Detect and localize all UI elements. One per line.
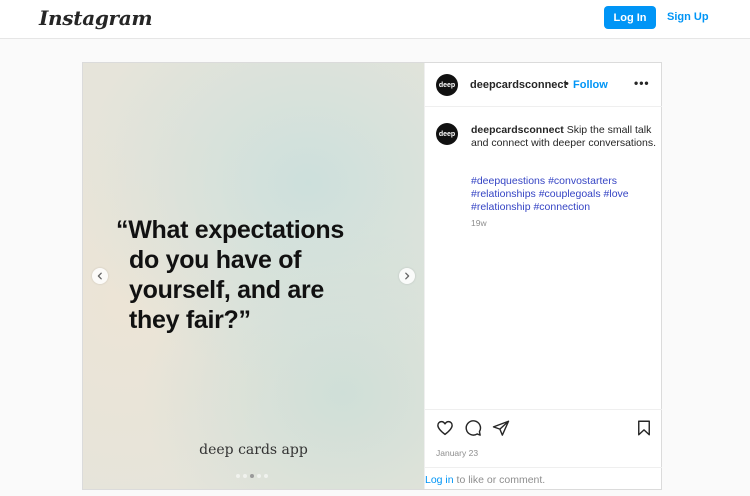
carousel-dot bbox=[264, 474, 268, 478]
login-link[interactable]: Log in bbox=[425, 474, 454, 486]
quote-line: yourself, and are bbox=[129, 276, 324, 304]
carousel-dot bbox=[257, 474, 261, 478]
carousel-dot bbox=[250, 474, 254, 478]
hashtag-link[interactable]: #connection bbox=[533, 201, 590, 213]
caption-age: 19w bbox=[471, 218, 487, 228]
top-navbar: Instagram Log In Sign Up bbox=[0, 0, 750, 39]
hashtag-link[interactable]: #convostarters bbox=[548, 175, 617, 187]
chevron-left-icon bbox=[97, 272, 102, 280]
hashtag-link[interactable]: #relationship bbox=[471, 201, 531, 213]
quote-line: do you have of bbox=[129, 246, 302, 274]
login-prompt-rest: to like or comment. bbox=[453, 474, 546, 486]
post-details-panel: deep deepcardsconnect • Follow ••• deep … bbox=[424, 63, 662, 489]
heart-icon[interactable] bbox=[436, 419, 454, 437]
hashtag-link[interactable]: #couplegoals bbox=[539, 188, 601, 200]
carousel-next-button[interactable] bbox=[399, 268, 415, 284]
avatar[interactable]: deep bbox=[436, 74, 458, 96]
chevron-right-icon bbox=[405, 272, 410, 280]
login-prompt: Log in to like or comment. bbox=[425, 467, 662, 489]
action-bar bbox=[425, 409, 662, 437]
caption-username[interactable]: deepcardsconnect bbox=[471, 124, 564, 136]
quote-text: “What expectations do you have of yourse… bbox=[116, 215, 406, 335]
signup-link[interactable]: Sign Up bbox=[667, 11, 709, 23]
carousel-dot bbox=[243, 474, 247, 478]
follow-button[interactable]: Follow bbox=[573, 79, 608, 91]
hashtag-link[interactable]: #deepquestions bbox=[471, 175, 545, 187]
caption-avatar[interactable]: deep bbox=[436, 123, 458, 145]
quote-line: they fair?” bbox=[129, 306, 251, 334]
app-name-watermark: deep cards app bbox=[199, 442, 308, 458]
login-button[interactable]: Log In bbox=[604, 6, 656, 29]
quote-line: “What expectations bbox=[116, 216, 344, 244]
instagram-logo[interactable]: Instagram bbox=[39, 6, 153, 30]
bookmark-icon[interactable] bbox=[635, 419, 653, 437]
share-icon[interactable] bbox=[492, 419, 510, 437]
post-date: January 23 bbox=[436, 448, 479, 458]
carousel-dot bbox=[236, 474, 240, 478]
hashtag-link[interactable]: #relationships bbox=[471, 188, 536, 200]
hashtag-list: #deepquestions #convostarters #relations… bbox=[471, 175, 657, 214]
post-header: deep deepcardsconnect • Follow ••• bbox=[425, 63, 662, 107]
comment-icon[interactable] bbox=[464, 419, 482, 437]
login-prompt-text: Log in to like or comment. bbox=[425, 474, 545, 486]
more-options-icon[interactable]: ••• bbox=[634, 76, 650, 90]
post-media[interactable]: “What expectations do you have of yourse… bbox=[83, 63, 424, 489]
hashtag-link[interactable]: #love bbox=[604, 188, 629, 200]
caption: deepcardsconnect Skip the small talk and… bbox=[471, 124, 657, 150]
post-card: “What expectations do you have of yourse… bbox=[82, 62, 662, 490]
separator-dot: • bbox=[565, 78, 569, 90]
post-username[interactable]: deepcardsconnect bbox=[470, 79, 567, 91]
carousel-prev-button[interactable] bbox=[92, 268, 108, 284]
carousel-indicator bbox=[236, 474, 268, 478]
